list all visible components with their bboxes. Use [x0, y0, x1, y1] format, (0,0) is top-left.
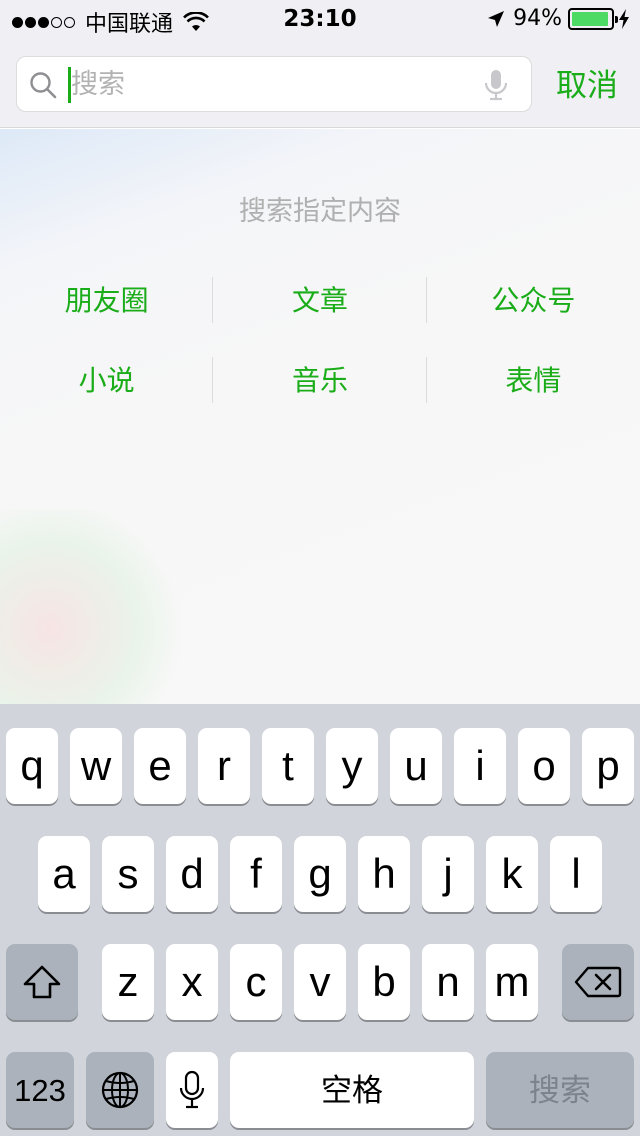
battery-level	[572, 11, 608, 26]
globe-icon	[101, 1071, 139, 1109]
category-stickers[interactable]: 表情	[427, 339, 640, 419]
key-label: m	[494, 958, 530, 1005]
key-n[interactable]: n	[422, 944, 474, 1020]
key-label: 搜索	[529, 1072, 591, 1108]
key-b[interactable]: b	[358, 944, 410, 1020]
category-label: 公众号	[491, 284, 576, 317]
key-m[interactable]: m	[486, 944, 538, 1020]
key-e[interactable]: e	[134, 728, 186, 804]
key-y[interactable]: y	[326, 728, 378, 804]
key-label: h	[372, 850, 396, 897]
key-o[interactable]: o	[518, 728, 570, 804]
category-label: 音乐	[291, 364, 348, 397]
search-header: 取消	[0, 40, 640, 128]
space-key[interactable]: 空格	[230, 1052, 474, 1128]
charging-bolt-icon	[619, 8, 629, 29]
status-right: 94%	[487, 6, 630, 31]
category-label: 表情	[505, 364, 562, 397]
key-label: n	[436, 958, 460, 1005]
key-label: c	[245, 958, 267, 1005]
key-label: e	[148, 742, 172, 789]
category-label: 朋友圈	[64, 284, 149, 317]
key-d[interactable]: d	[166, 836, 218, 912]
category-row: 朋友圈 文章 公众号	[0, 259, 640, 339]
search-input[interactable]	[71, 57, 471, 111]
delete-key[interactable]	[562, 944, 634, 1020]
key-label: p	[596, 742, 620, 789]
key-label: g	[308, 850, 332, 897]
category-label: 文章	[291, 284, 348, 317]
key-v[interactable]: v	[294, 944, 346, 1020]
shift-icon	[23, 965, 61, 999]
key-label: k	[501, 850, 523, 897]
dictation-key[interactable]	[166, 1052, 218, 1128]
key-label: s	[117, 850, 139, 897]
category-grid: 朋友圈 文章 公众号 小说 音乐 表情	[0, 259, 640, 419]
key-label: q	[20, 742, 44, 789]
key-u[interactable]: u	[390, 728, 442, 804]
category-label: 小说	[78, 364, 135, 397]
key-label: y	[341, 742, 363, 789]
key-label: x	[181, 958, 203, 1005]
search-icon	[30, 72, 57, 99]
key-c[interactable]: c	[230, 944, 282, 1020]
key-k[interactable]: k	[486, 836, 538, 912]
key-z[interactable]: z	[102, 944, 154, 1020]
category-music[interactable]: 音乐	[213, 339, 427, 419]
key-q[interactable]: q	[6, 728, 58, 804]
keyboard: q w e r t y u i o p a s d f g h j k l z …	[0, 704, 640, 1136]
shift-key[interactable]	[6, 944, 78, 1020]
battery-percent: 94%	[513, 6, 562, 31]
category-moments[interactable]: 朋友圈	[0, 259, 214, 339]
key-label: i	[475, 742, 485, 789]
key-label: o	[532, 742, 556, 789]
category-row: 小说 音乐 表情	[0, 339, 640, 419]
key-label: u	[404, 742, 428, 789]
search-box[interactable]	[16, 56, 532, 112]
key-label: v	[309, 958, 331, 1005]
key-p[interactable]: p	[582, 728, 634, 804]
location-arrow-icon	[488, 10, 505, 27]
status-bar: 中国联通 23:10 94%	[0, 0, 640, 40]
key-label: r	[217, 742, 231, 789]
key-x[interactable]: x	[166, 944, 218, 1020]
key-f[interactable]: f	[230, 836, 282, 912]
key-label: w	[80, 742, 112, 789]
key-label: j	[443, 850, 453, 897]
key-s[interactable]: s	[102, 836, 154, 912]
key-label: l	[571, 850, 581, 897]
battery-cap	[615, 15, 618, 23]
key-label: 123	[14, 1072, 66, 1108]
key-w[interactable]: w	[70, 728, 122, 804]
key-label: b	[372, 958, 396, 1005]
key-label: z	[117, 958, 139, 1005]
microphone-icon[interactable]	[483, 69, 509, 101]
numbers-key[interactable]: 123	[6, 1052, 74, 1128]
delete-icon	[574, 966, 622, 998]
key-label: 空格	[321, 1072, 383, 1108]
category-novels[interactable]: 小说	[0, 339, 214, 419]
key-a[interactable]: a	[38, 836, 90, 912]
key-i[interactable]: i	[454, 728, 506, 804]
section-title: 搜索指定内容	[239, 196, 401, 227]
key-r[interactable]: r	[198, 728, 250, 804]
key-label: d	[180, 850, 204, 897]
search-scope-panel: 搜索指定内容 朋友圈 文章 公众号 小说 音乐 表情	[0, 129, 640, 704]
key-h[interactable]: h	[358, 836, 410, 912]
background-glow	[0, 509, 180, 704]
category-official-accounts[interactable]: 公众号	[427, 259, 640, 339]
microphone-icon	[179, 1070, 205, 1109]
key-g[interactable]: g	[294, 836, 346, 912]
key-l[interactable]: l	[550, 836, 602, 912]
key-j[interactable]: j	[422, 836, 474, 912]
key-label: t	[282, 742, 294, 789]
key-label: a	[52, 850, 76, 897]
cancel-button[interactable]: 取消	[556, 60, 618, 105]
key-t[interactable]: t	[262, 728, 314, 804]
key-label: f	[250, 850, 262, 897]
category-articles[interactable]: 文章	[213, 259, 427, 339]
globe-key[interactable]	[86, 1052, 154, 1128]
search-key[interactable]: 搜索	[486, 1052, 634, 1128]
battery-icon	[568, 7, 618, 30]
